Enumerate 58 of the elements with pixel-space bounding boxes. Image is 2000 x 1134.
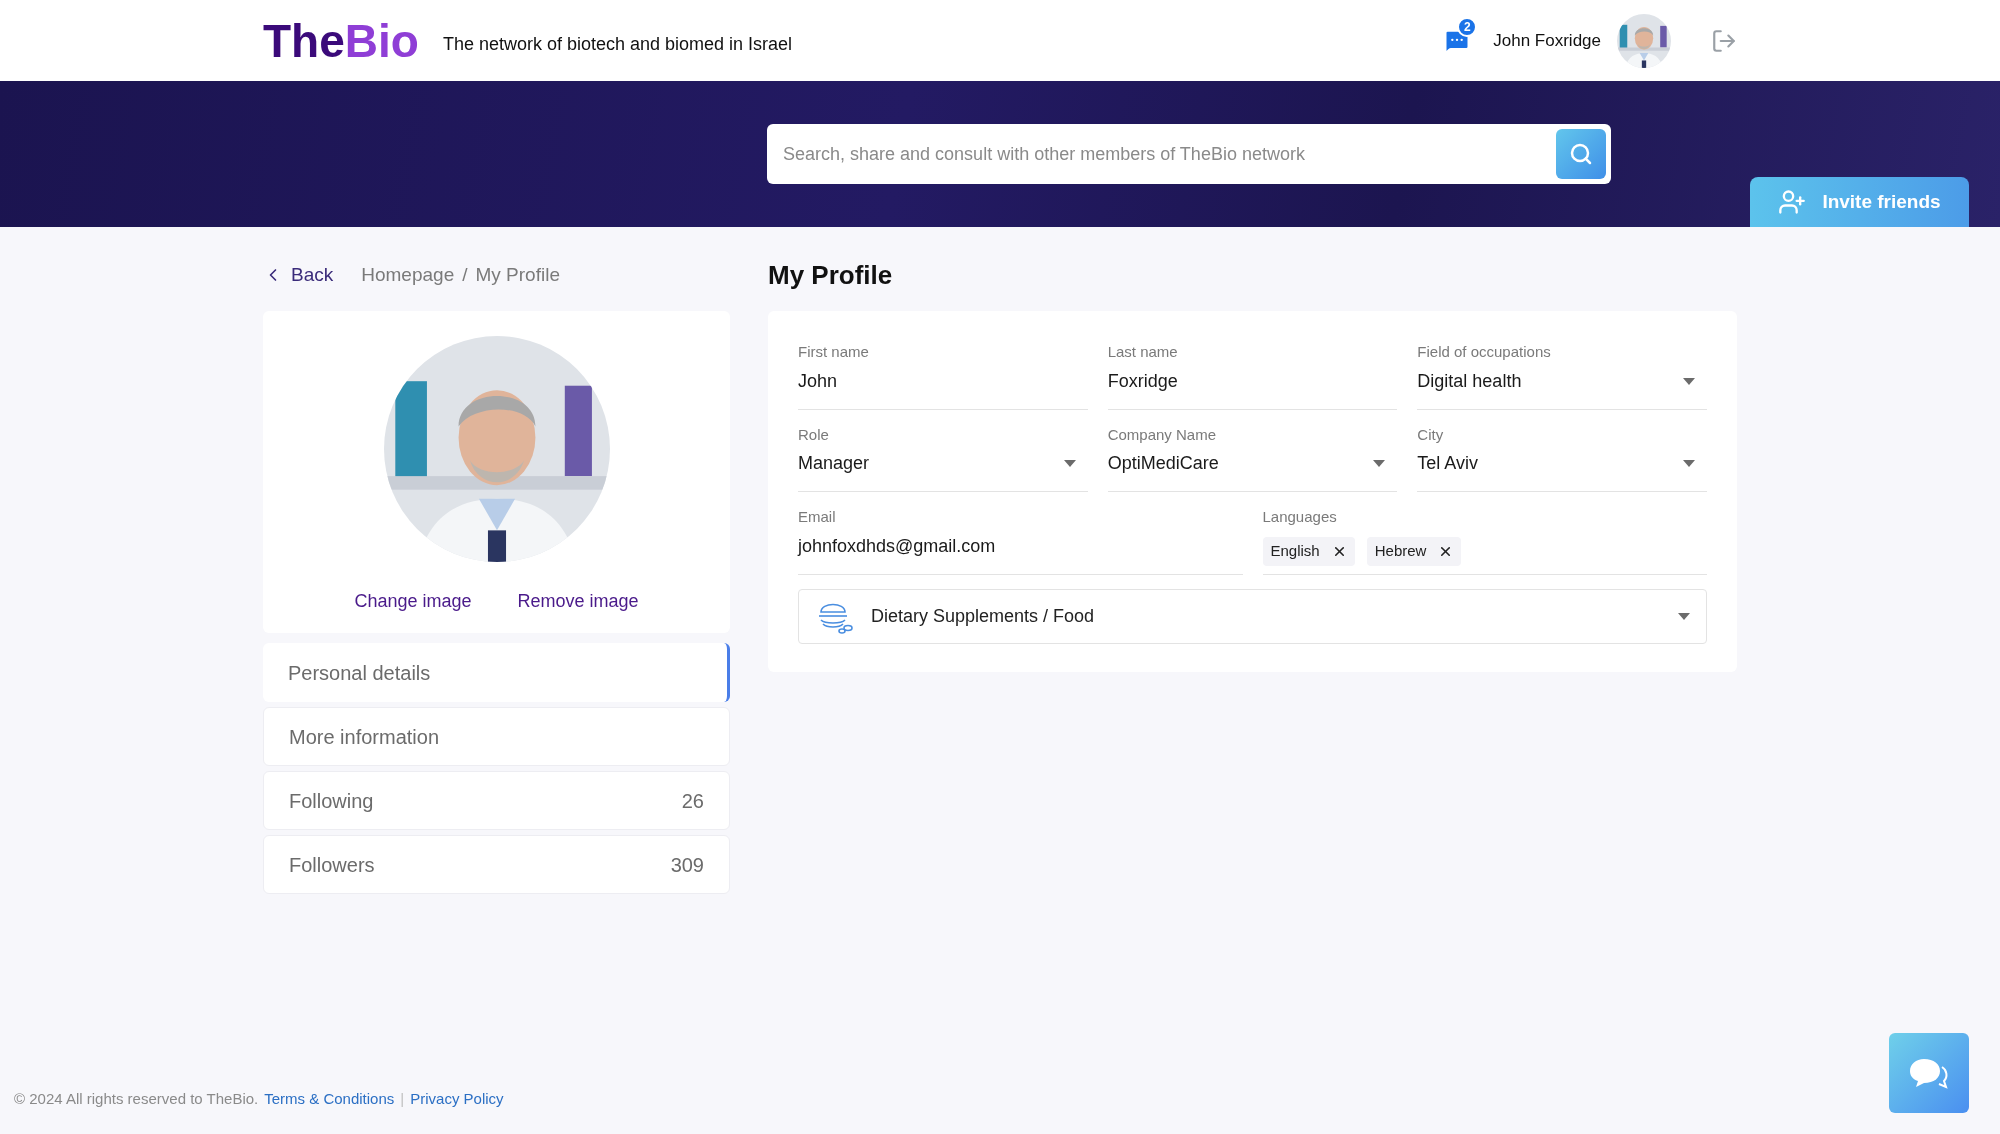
- language-chip: English: [1262, 536, 1355, 566]
- select-field[interactable]: Role Manager: [798, 423, 1088, 492]
- field-value: Tel Aviv: [1417, 452, 1479, 475]
- profile-menu-item[interactable]: Personal details: [263, 643, 730, 702]
- message-count-badge: 2: [1457, 16, 1478, 37]
- search-icon: [1569, 142, 1593, 166]
- user-avatar: [1617, 13, 1671, 68]
- search-field[interactable]: Search, share and consult with other members of TheBio network: [767, 124, 1611, 184]
- profile-menu-item[interactable]: Following 26: [263, 771, 730, 830]
- field-value: Digital health: [1417, 369, 1522, 393]
- remove-image-link[interactable]: Remove image: [517, 588, 639, 615]
- logo[interactable]: TheBio: [263, 17, 419, 64]
- category-value: Dietary Supplements / Food: [871, 604, 1096, 628]
- footer-separator: |: [400, 1088, 405, 1109]
- change-image-link[interactable]: Change image: [354, 588, 472, 615]
- search-button[interactable]: [1556, 129, 1606, 179]
- caret-icon: [1373, 460, 1386, 467]
- field-label: Field of occupations: [1417, 342, 1551, 362]
- back-link[interactable]: Back: [263, 260, 334, 290]
- field-value: John: [798, 369, 838, 393]
- field-label: Email: [798, 507, 836, 527]
- page-title: My Profile: [768, 260, 893, 290]
- footer-link[interactable]: Privacy Policy: [410, 1087, 504, 1111]
- footer-link[interactable]: Terms & Conditions: [264, 1087, 395, 1111]
- field-label: Role: [798, 424, 829, 445]
- caret-icon: [1678, 612, 1690, 620]
- category-select[interactable]: Dietary Supplements / Food: [798, 588, 1707, 644]
- field-value: Manager: [798, 452, 870, 475]
- field-label: City: [1417, 424, 1444, 445]
- language-chip: Hebrew: [1366, 536, 1462, 566]
- profile-menu-item[interactable]: Followers 309: [263, 835, 730, 894]
- caret-icon: [1683, 460, 1695, 467]
- breadcrumb-item: My Profile: [475, 262, 560, 287]
- chat-button[interactable]: [1889, 1033, 1969, 1113]
- field-label: First name: [798, 342, 869, 362]
- input-field[interactable]: Email johnfoxdhds@gmail.com: [798, 506, 1243, 575]
- copyright-text: © 2024 All rights reserved to TheBio.: [14, 1088, 259, 1109]
- field-label: Languages: [1262, 507, 1337, 527]
- field-value: Foxridge: [1107, 369, 1178, 393]
- languages-field[interactable]: Languages English Hebrew: [1262, 506, 1707, 575]
- breadcrumb-separator: /: [462, 262, 468, 287]
- caret-icon: [1063, 460, 1076, 467]
- select-field[interactable]: City Tel Aviv: [1417, 423, 1707, 492]
- add-user-icon: [1778, 188, 1807, 216]
- field-value: OptiMediCare: [1107, 452, 1219, 475]
- logout-icon[interactable]: [1711, 27, 1737, 54]
- breadcrumb-item[interactable]: Homepage: [361, 260, 455, 290]
- input-field[interactable]: Last name Foxridge: [1107, 341, 1398, 410]
- user-name: John Foxridge: [1493, 29, 1601, 52]
- profile-menu-item[interactable]: More information: [263, 707, 730, 766]
- select-field[interactable]: Company Name OptiMediCare: [1107, 423, 1398, 492]
- caret-icon: [1683, 377, 1695, 385]
- input-field[interactable]: First name John: [798, 341, 1088, 410]
- field-value: johnfoxdhds@gmail.com: [798, 534, 996, 558]
- tagline: The network of biotech and biomed in Israel: [442, 33, 793, 56]
- select-field[interactable]: Field of occupations Digital health: [1417, 341, 1707, 410]
- field-label: Company Name: [1107, 424, 1217, 445]
- field-label: Last name: [1107, 342, 1178, 362]
